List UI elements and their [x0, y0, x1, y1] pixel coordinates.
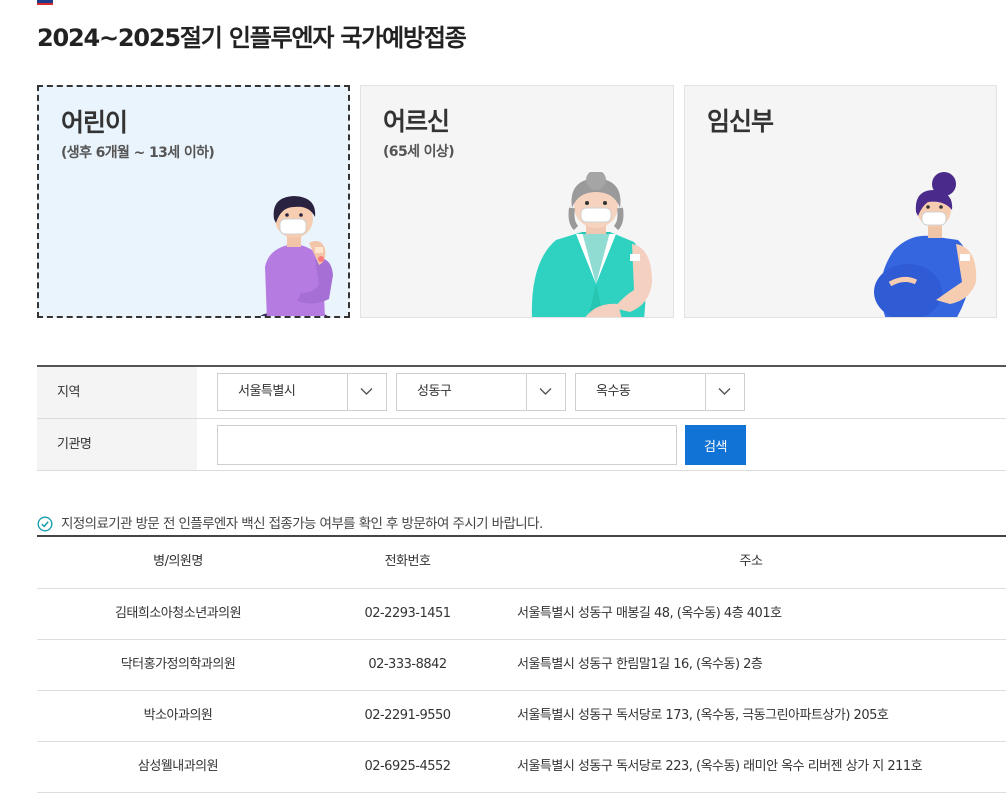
search-filter: 지역 서울특별시 성동구 옥수동 기관명 검색 — [37, 365, 1006, 471]
clinic-name: 삼성웰내과의원 — [137, 759, 219, 774]
group-card-seniors[interactable]: 어르신 (65세 이상) — [360, 85, 674, 318]
group-card-subtitle: (생후 6개월 ~ 13세 이하) — [61, 145, 215, 161]
results-table: 병/의원명 전화번호 주소 김태희소아청소년과의원 02-2293-1451 서… — [37, 535, 1006, 793]
region-row: 지역 서울특별시 성동구 옥수동 — [37, 367, 1006, 419]
flag-mark — [37, 0, 53, 5]
clinic-name: 닥터홍가정의학과의원 — [120, 657, 236, 672]
senior-vaccination-illustration — [531, 172, 652, 317]
notice-text: 지정의료기관 방문 전 인플루엔자 백신 접종가능 여부를 확인 후 방문하여 … — [61, 516, 543, 532]
clinic-name: 김태희소아청소년과의원 — [114, 606, 242, 621]
header-name: 병/의원명 — [153, 554, 203, 569]
chevron-down-icon[interactable] — [526, 374, 565, 410]
institution-row: 기관명 검색 — [37, 419, 1006, 471]
clinic-phone: 02-333-8842 — [368, 657, 447, 672]
table-row[interactable]: 삼성웰내과의원 02-6925-4552 서울특별시 성동구 독서당로 223,… — [37, 742, 1006, 793]
table-row[interactable]: 닥터홍가정의학과의원 02-333-8842 서울특별시 성동구 한림말1길 1… — [37, 640, 1006, 691]
header-address: 주소 — [739, 554, 763, 569]
sido-select[interactable]: 서울특별시 — [217, 373, 387, 411]
clinic-name: 박소아과의원 — [143, 708, 213, 723]
chevron-down-icon[interactable] — [347, 374, 386, 410]
institution-name-input[interactable] — [217, 425, 677, 465]
group-card-title: 임신부 — [707, 107, 774, 136]
table-header: 병/의원명 전화번호 주소 — [37, 537, 1006, 589]
notice: 지정의료기관 방문 전 인플루엔자 백신 접종가능 여부를 확인 후 방문하여 … — [37, 512, 543, 532]
group-card-title: 어르신 — [383, 107, 450, 136]
page-title: 2024~2025절기 인플루엔자 국가예방접종 — [37, 24, 467, 52]
group-card-subtitle: (65세 이상) — [383, 144, 455, 160]
institution-label: 기관명 — [37, 419, 197, 470]
dong-value: 옥수동 — [596, 384, 631, 399]
clinic-address: 서울특별시 성동구 매봉길 48, (옥수동) 4층 401호 — [517, 606, 782, 621]
table-row[interactable]: 김태희소아청소년과의원 02-2293-1451 서울특별시 성동구 매봉길 4… — [37, 589, 1006, 640]
clinic-phone: 02-2291-9550 — [364, 708, 451, 723]
child-vaccination-illustration — [260, 196, 333, 316]
sido-value: 서울특별시 — [238, 384, 296, 399]
search-button[interactable]: 검색 — [685, 425, 746, 465]
check-circle-icon — [37, 516, 53, 532]
sigungu-value: 성동구 — [417, 384, 452, 399]
clinic-phone: 02-2293-1451 — [364, 606, 451, 621]
chevron-down-icon[interactable] — [705, 374, 744, 410]
group-card-title: 어린이 — [61, 108, 128, 137]
dong-select[interactable]: 옥수동 — [575, 373, 745, 411]
group-card-pregnant[interactable]: 임신부 — [684, 85, 997, 318]
sigungu-select[interactable]: 성동구 — [396, 373, 566, 411]
table-row[interactable]: 박소아과의원 02-2291-9550 서울특별시 성동구 독서당로 173, … — [37, 691, 1006, 742]
clinic-address: 서울특별시 성동구 독서당로 173, (옥수동, 극동그린아파트상가) 205… — [517, 708, 889, 723]
clinic-address: 서울특별시 성동구 한림말1길 16, (옥수동) 2층 — [517, 657, 763, 672]
group-card-children[interactable]: 어린이 (생후 6개월 ~ 13세 이하) — [37, 85, 350, 318]
clinic-phone: 02-6925-4552 — [364, 759, 451, 774]
pregnant-vaccination-illustration — [874, 172, 977, 317]
header-phone: 전화번호 — [384, 554, 431, 569]
region-label: 지역 — [37, 367, 197, 418]
clinic-address: 서울특별시 성동구 독서당로 223, (옥수동) 래미안 옥수 리버젠 상가 … — [517, 759, 923, 774]
